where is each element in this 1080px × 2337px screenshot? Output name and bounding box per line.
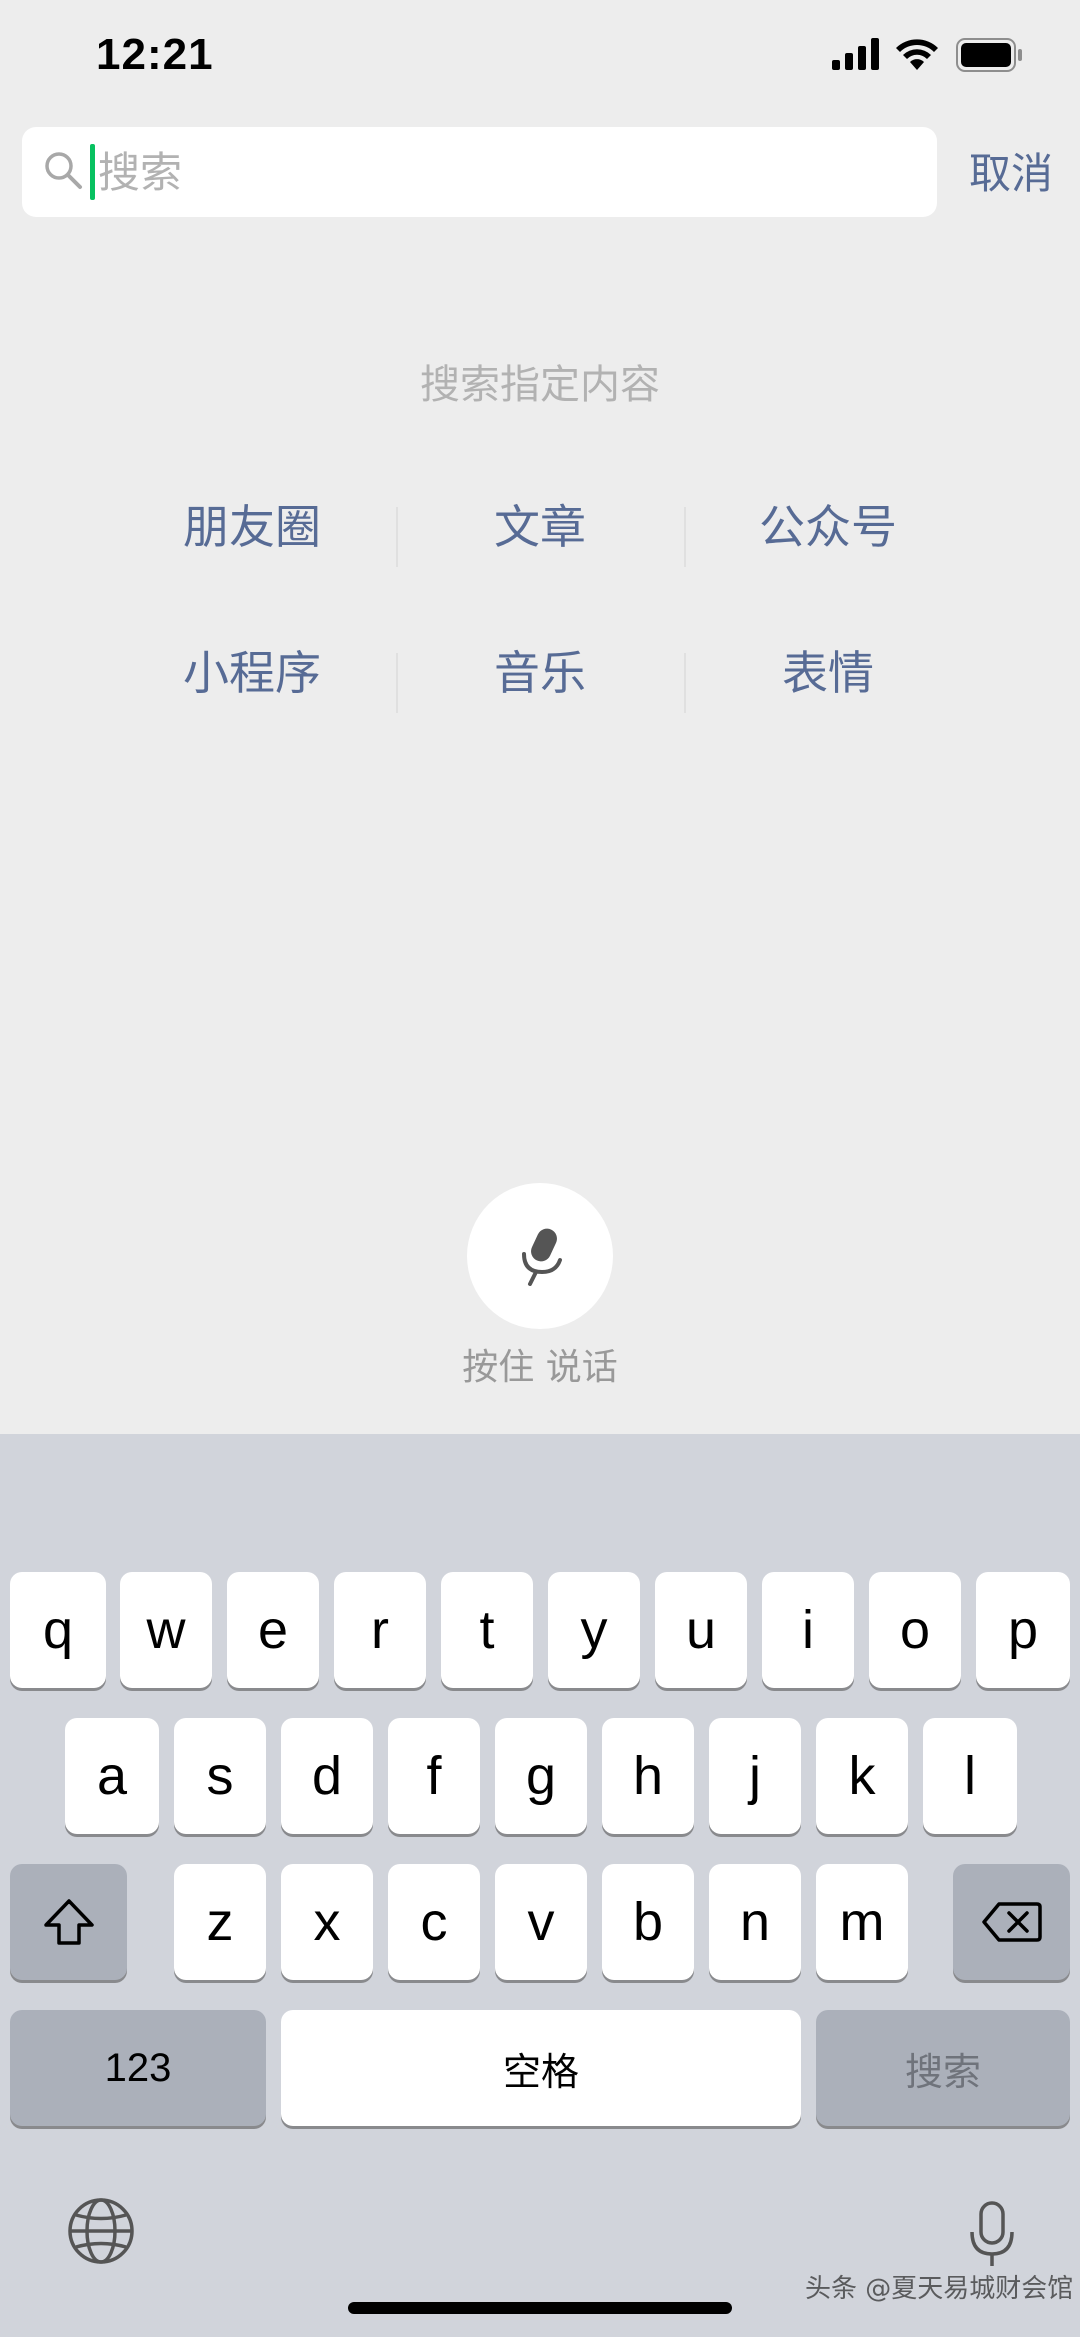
key-r[interactable]: r [334, 1572, 426, 1688]
key-v[interactable]: v [495, 1864, 587, 1980]
backspace-key[interactable] [953, 1864, 1070, 1980]
key-o[interactable]: o [869, 1572, 961, 1688]
key-t[interactable]: t [441, 1572, 533, 1688]
status-bar: 12:21 [0, 0, 1080, 120]
key-h[interactable]: h [602, 1718, 694, 1834]
search-bar[interactable] [22, 127, 937, 217]
cancel-button[interactable]: 取消 [969, 140, 1053, 201]
watermark: 头条 @夏天易城财会馆 [805, 2274, 1074, 2304]
shift-icon [43, 1899, 94, 1945]
microphone-icon [522, 1228, 562, 1286]
key-d[interactable]: d [281, 1718, 373, 1834]
key-l[interactable]: l [923, 1718, 1017, 1834]
category-articles[interactable]: 文章 [396, 491, 684, 567]
key-n[interactable]: n [709, 1864, 801, 1980]
backspace-icon [981, 1902, 1042, 1942]
key-i[interactable]: i [762, 1572, 854, 1688]
key-e[interactable]: e [227, 1572, 319, 1688]
voice-label: 按住 说话 [462, 1347, 618, 1388]
key-u[interactable]: u [655, 1572, 747, 1688]
key-y[interactable]: y [548, 1572, 640, 1688]
cellular-signal-icon [832, 38, 879, 70]
key-s[interactable]: s [174, 1718, 266, 1834]
key-g[interactable]: g [495, 1718, 587, 1834]
key-p[interactable]: p [976, 1572, 1070, 1688]
key-j[interactable]: j [709, 1718, 801, 1834]
key-c[interactable]: c [388, 1864, 480, 1980]
voice-button[interactable] [467, 1183, 613, 1329]
home-indicator[interactable] [348, 2302, 732, 2314]
category-mini-programs[interactable]: 小程序 [108, 637, 396, 703]
category-row: 小程序 音乐 表情 [108, 618, 972, 722]
key-q[interactable]: q [10, 1572, 106, 1688]
category-official-accounts[interactable]: 公众号 [684, 491, 972, 567]
category-music[interactable]: 音乐 [396, 637, 684, 713]
category-stickers[interactable]: 表情 [684, 637, 972, 713]
key-m[interactable]: m [816, 1864, 908, 1980]
category-moments[interactable]: 朋友圈 [108, 491, 396, 557]
shift-key[interactable] [10, 1864, 127, 1980]
battery-icon [956, 38, 1022, 72]
key-k[interactable]: k [816, 1718, 908, 1834]
wifi-icon [896, 39, 938, 70]
key-z[interactable]: z [174, 1864, 266, 1980]
search-input[interactable] [98, 127, 918, 217]
key-w[interactable]: w [120, 1572, 212, 1688]
category-row: 朋友圈 文章 公众号 [108, 472, 972, 576]
search-hint: 搜索指定内容 [420, 362, 660, 408]
key-b[interactable]: b [602, 1864, 694, 1980]
key-f[interactable]: f [388, 1718, 480, 1834]
globe-icon[interactable] [66, 2196, 136, 2266]
search-key[interactable]: 搜索 [816, 2010, 1070, 2126]
key-x[interactable]: x [281, 1864, 373, 1980]
key-a[interactable]: a [65, 1718, 159, 1834]
category-grid: 朋友圈 文章 公众号 小程序 音乐 表情 [108, 472, 972, 764]
status-time: 12:21 [96, 30, 214, 79]
text-cursor [90, 144, 95, 200]
numbers-key[interactable]: 123 [10, 2010, 266, 2126]
dictation-mic-icon[interactable] [966, 2200, 1018, 2270]
search-icon [45, 152, 82, 189]
space-key[interactable]: 空格 [281, 2010, 801, 2126]
